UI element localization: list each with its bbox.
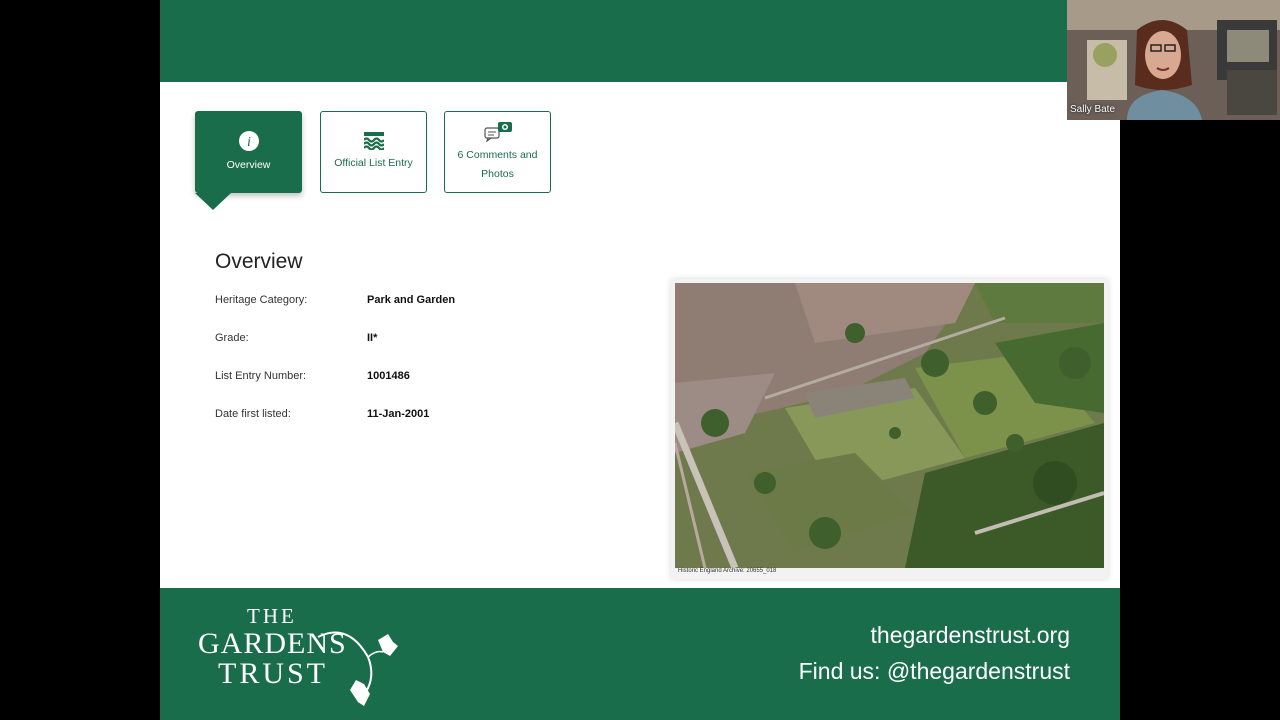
date-first-listed-value: 11-Jan-2001 — [367, 408, 430, 420]
social-handle: Find us: @thegardenstrust — [798, 658, 1070, 684]
active-tab-pointer — [195, 193, 231, 210]
gardens-trust-logo: THE GARDENS TRUST — [198, 602, 398, 706]
tab-overview[interactable]: i Overview — [195, 111, 302, 193]
tab-comments-photos-label: 6 Comments and Photos — [457, 149, 538, 180]
tab-official-list-entry-label: Official List Entry — [334, 156, 413, 169]
heritage-category-label: Heritage Category: — [215, 294, 308, 306]
list-entry-number-value: 1001486 — [367, 370, 410, 382]
heritage-category-value: Park and Garden — [367, 294, 456, 306]
webcam-thumbnail: Sally Bate — [1067, 0, 1280, 120]
tab-official-list-entry[interactable]: Official List Entry — [320, 111, 427, 193]
participant-name: Sally Bate — [1070, 104, 1116, 115]
grade-value: II* — [367, 332, 378, 344]
date-first-listed-label: Date first listed: — [215, 408, 291, 420]
leaf-icon — [317, 631, 398, 706]
footer-band: THE GARDENS TRUST thegardenstrust.org Fi… — [160, 588, 1120, 720]
svg-text:i: i — [247, 135, 251, 150]
info-icon: i — [238, 130, 260, 152]
list-entry-number-label: List Entry Number: — [215, 370, 307, 382]
tab-overview-label: Overview — [226, 158, 271, 171]
overview-heading: Overview — [215, 250, 303, 273]
photo-credit: Historic England Archive: 20655_018 — [678, 568, 777, 574]
presentation-slide: i Overview Official List Entry 6 Comment… — [160, 0, 1120, 720]
logo-line-the: THE — [247, 604, 297, 628]
aerial-photo-frame: Historic England Archive: 20655_018 — [671, 279, 1108, 579]
tab-comments-photos[interactable]: 6 Comments and Photos — [444, 111, 551, 193]
waves-icon — [363, 131, 384, 150]
website-url[interactable]: thegardenstrust.org — [871, 622, 1070, 649]
comments-camera-icon — [483, 120, 513, 142]
grade-label: Grade: — [215, 332, 249, 344]
header-band — [160, 0, 1120, 82]
aerial-photo — [675, 283, 1104, 568]
webcam-video — [1067, 0, 1280, 120]
